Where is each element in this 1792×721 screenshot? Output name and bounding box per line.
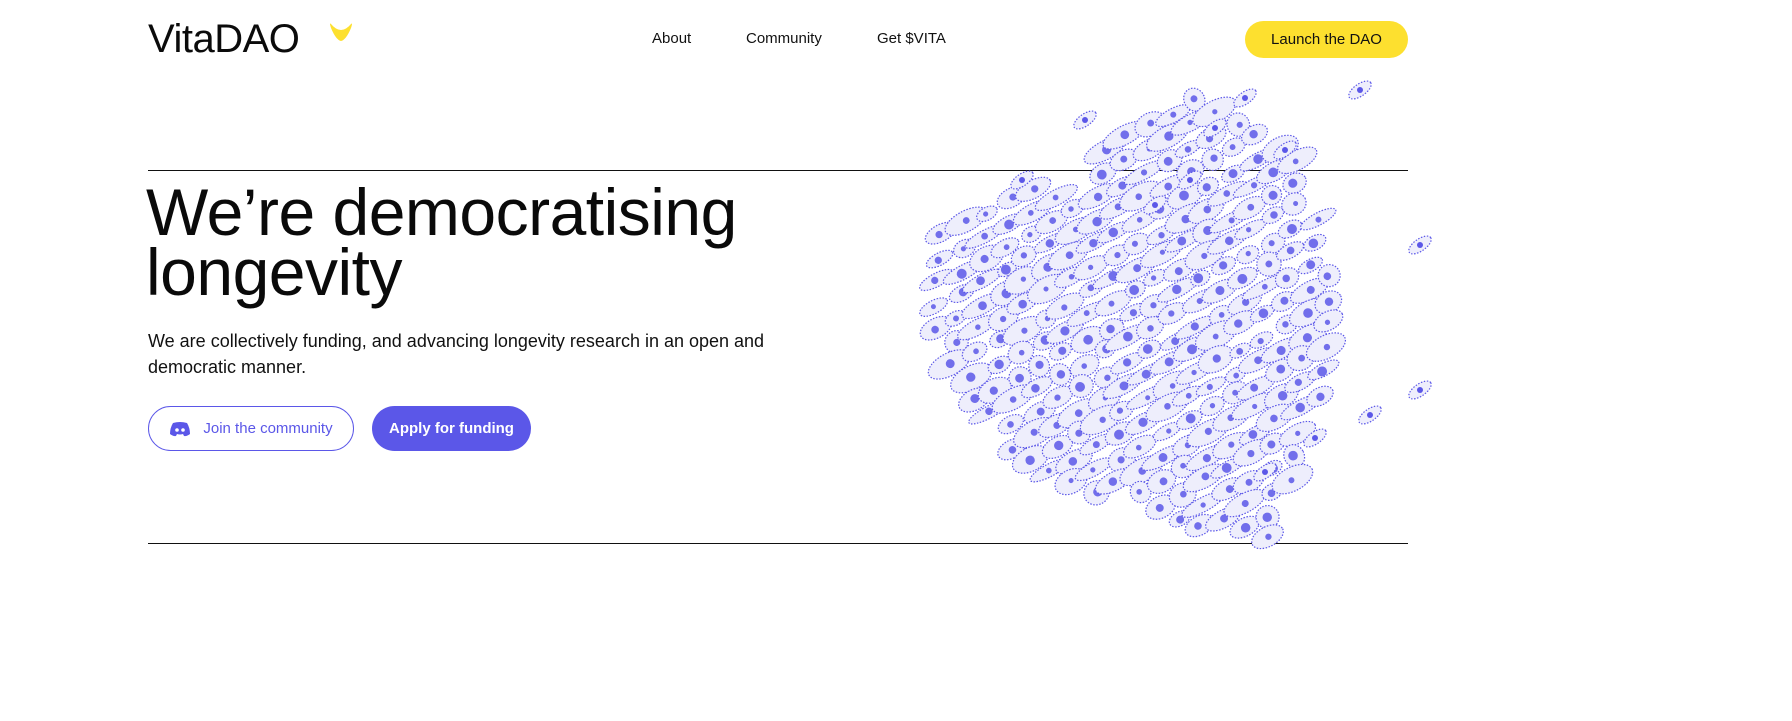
apply-funding-button[interactable]: Apply for funding xyxy=(372,406,531,451)
discord-icon xyxy=(170,421,191,436)
hero-subtitle: We are collectively funding, and advanci… xyxy=(148,331,765,377)
join-community-label: Join the community xyxy=(203,420,333,437)
cell-nucleus xyxy=(1242,95,1248,101)
logo-wordmark: VitaDAO xyxy=(148,17,300,61)
join-community-button[interactable]: Join the community xyxy=(148,406,354,451)
launch-dao-button[interactable]: Launch the DAO xyxy=(1245,21,1408,58)
cell-nucleus xyxy=(1367,412,1373,418)
cell-nucleus xyxy=(1417,387,1423,393)
nav-get-vita[interactable]: Get $VITA xyxy=(877,30,946,47)
hero-headline: We’re democratising longevity xyxy=(146,175,737,309)
cell-nucleus xyxy=(1152,202,1158,208)
cell-nucleus xyxy=(1262,469,1268,475)
cell-nucleus xyxy=(1357,87,1363,93)
cell-nucleus xyxy=(1417,242,1423,248)
cell-nucleus xyxy=(1282,147,1288,153)
cell-group xyxy=(919,87,1347,550)
nav-community[interactable]: Community xyxy=(746,30,822,47)
cell-nucleus xyxy=(1187,177,1193,183)
cell-heart-illustration xyxy=(919,80,1432,550)
cell-nucleus xyxy=(1082,117,1088,123)
vitadao-logo[interactable]: VitaDAO xyxy=(148,17,352,61)
cell-nucleus xyxy=(1019,177,1025,183)
cell-nucleus xyxy=(1312,435,1318,441)
cell-nucleus xyxy=(1212,125,1218,131)
heart-mark-icon xyxy=(330,23,352,41)
nav-about[interactable]: About xyxy=(652,30,691,47)
